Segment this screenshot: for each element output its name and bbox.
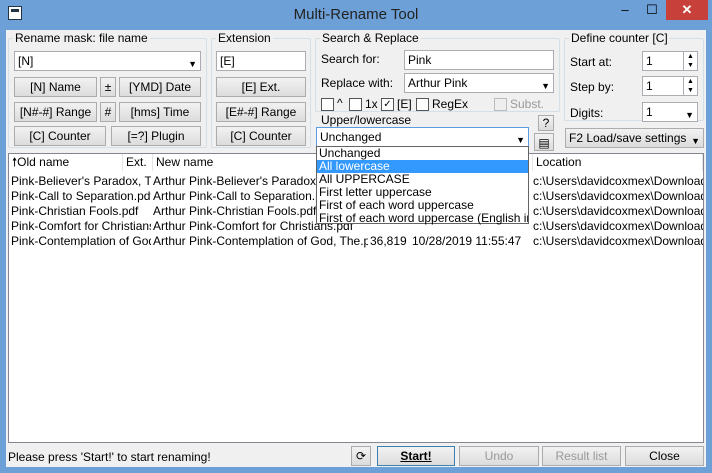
- date-placeholder-button[interactable]: [YMD] Date: [119, 77, 201, 97]
- caret-label: ^: [337, 96, 343, 110]
- column-ext[interactable]: Ext.: [123, 154, 153, 171]
- ext-range-button[interactable]: [E#-#] Range: [216, 102, 306, 122]
- ext-include-checkbox[interactable]: ✓: [381, 98, 394, 111]
- load-save-settings-button[interactable]: F2 Load/save settings ▼: [565, 128, 704, 148]
- old-name-cell: Pink-Comfort for Christians.pdf: [11, 219, 151, 233]
- undo-button[interactable]: Undo: [459, 446, 539, 466]
- rename-mask-group: Rename mask: file name [N] ▼ [N] Name ± […: [8, 31, 207, 148]
- spinner-icon[interactable]: ▲ ▼: [683, 52, 697, 70]
- step-by-label: Step by:: [570, 80, 615, 94]
- title-bar: Multi-Rename Tool – ☐ ✕: [0, 0, 712, 28]
- clipboard-icon: ▤: [538, 136, 550, 150]
- time-placeholder-button[interactable]: [hms] Time: [119, 102, 201, 122]
- counter-group: Define counter [C] Start at: 1 ▲ ▼ Step by…: [564, 31, 704, 122]
- window: Multi-Rename Tool – ☐ ✕ Rename mask: fil…: [0, 0, 712, 473]
- case-option[interactable]: First of each word uppercase: [317, 199, 528, 212]
- column-old-name[interactable]: 🠕Old name: [9, 154, 123, 171]
- location-cell: c:\Users\davidcoxmex\Downloads\l: [533, 174, 703, 188]
- extension-label: Extension: [216, 31, 273, 45]
- chevron-down-icon: ▼: [188, 59, 197, 69]
- once-label: 1x: [365, 97, 378, 111]
- chevron-down-icon: ▼: [516, 135, 525, 145]
- ext-include-label: [E]: [397, 97, 412, 111]
- refresh-icon: ⟳: [355, 449, 367, 463]
- dialog-body: Rename mask: file name [N] ▼ [N] Name ± […: [6, 30, 706, 467]
- regex-checkbox[interactable]: [416, 98, 429, 111]
- old-name-cell: Pink-Contemplation of God, ...: [11, 234, 151, 248]
- minimize-button[interactable]: –: [612, 0, 638, 20]
- chevron-down-icon: ▼: [685, 110, 694, 120]
- plugin-placeholder-button[interactable]: [=?] Plugin: [111, 126, 201, 146]
- location-cell: c:\Users\davidcoxmex\Downloads\l: [533, 219, 703, 233]
- extension-group: Extension [E] [E] Ext. [E#-#] Range [C] …: [211, 31, 311, 148]
- search-for-label: Search for:: [321, 52, 380, 66]
- close-window-button[interactable]: ✕: [666, 0, 708, 20]
- rename-mask-label: Rename mask: file name: [13, 31, 150, 45]
- regex-label: RegEx: [432, 97, 469, 111]
- old-name-cell: Pink-Call to Separation.pdf: [11, 189, 151, 203]
- subst-label: Subst.: [510, 97, 545, 111]
- case-option[interactable]: All UPPERCASE: [317, 173, 528, 186]
- rename-mask-input[interactable]: [N] ▼: [14, 51, 201, 71]
- caret-checkbox[interactable]: [321, 98, 334, 111]
- digits-select[interactable]: 1 ▼: [642, 102, 698, 122]
- result-list-button[interactable]: Result list: [542, 446, 621, 466]
- status-text: Please press 'Start!' to start renaming!: [8, 450, 211, 464]
- size-cell: 36,819: [370, 234, 407, 248]
- extension-input[interactable]: [E]: [216, 51, 306, 71]
- case-select[interactable]: Unchanged ▼: [316, 127, 529, 147]
- location-cell: c:\Users\davidcoxmex\Downloads\l: [533, 189, 703, 203]
- clipboard-button[interactable]: ▤: [534, 133, 554, 151]
- counter-placeholder-button[interactable]: [C] Counter: [14, 126, 106, 146]
- counter-label: Define counter [C]: [569, 31, 670, 45]
- ext-placeholder-button[interactable]: [E] Ext.: [216, 77, 306, 97]
- case-option[interactable]: First letter uppercase: [317, 186, 528, 199]
- case-option[interactable]: All lowercase: [317, 160, 528, 173]
- location-cell: c:\Users\davidcoxmex\Downloads\l: [533, 204, 703, 218]
- name-placeholder-button[interactable]: [N] Name: [14, 77, 97, 97]
- start-button[interactable]: Start!: [377, 446, 455, 466]
- ext-counter-button[interactable]: [C] Counter: [216, 126, 306, 146]
- once-checkbox[interactable]: [349, 98, 362, 111]
- replace-with-input[interactable]: Arthur Pink ▼: [404, 73, 554, 93]
- hash-button[interactable]: #: [100, 102, 116, 122]
- help-button[interactable]: ?: [538, 115, 554, 131]
- search-replace-group: Search & Replace Search for: Pink Replac…: [315, 31, 560, 112]
- column-location[interactable]: Location: [533, 154, 703, 171]
- case-label: Upper/lowercase: [321, 113, 412, 127]
- step-by-input[interactable]: 1 ▲ ▼: [642, 76, 698, 96]
- search-for-input[interactable]: Pink: [404, 50, 554, 70]
- range-placeholder-button[interactable]: [N#-#] Range: [14, 102, 97, 122]
- start-at-label: Start at:: [570, 55, 613, 69]
- search-replace-label: Search & Replace: [320, 31, 421, 45]
- close-button[interactable]: Close: [625, 446, 704, 466]
- start-at-input[interactable]: 1 ▲ ▼: [642, 51, 698, 71]
- case-option[interactable]: First of each word uppercase (English in…: [317, 212, 528, 225]
- chevron-down-icon: ▼: [691, 136, 700, 146]
- subst-checkbox[interactable]: [494, 98, 507, 111]
- old-name-cell: Pink-Believer's Paradox, The..: [11, 174, 151, 188]
- new-name-cell: Arthur Pink-Contemplation of God, The.pd…: [153, 234, 368, 248]
- plus-minus-button[interactable]: ±: [100, 77, 116, 97]
- case-option[interactable]: Unchanged: [317, 147, 528, 160]
- maximize-button[interactable]: ☐: [639, 0, 665, 20]
- location-cell: c:\Users\davidcoxmex\Downloads\l: [533, 234, 703, 248]
- spinner-icon[interactable]: ▲ ▼: [683, 77, 697, 95]
- window-title: Multi-Rename Tool: [293, 6, 419, 23]
- refresh-button[interactable]: ⟳: [351, 446, 371, 466]
- date-cell: 10/28/2019 11:55:47: [412, 234, 522, 248]
- old-name-cell: Pink-Christian Fools.pdf: [11, 204, 139, 218]
- chevron-down-icon: ▼: [541, 81, 550, 91]
- digits-label: Digits:: [570, 106, 604, 120]
- case-dropdown-list[interactable]: Unchanged All lowercase All UPPERCASE First…: [316, 146, 529, 225]
- replace-with-label: Replace with:: [321, 76, 394, 90]
